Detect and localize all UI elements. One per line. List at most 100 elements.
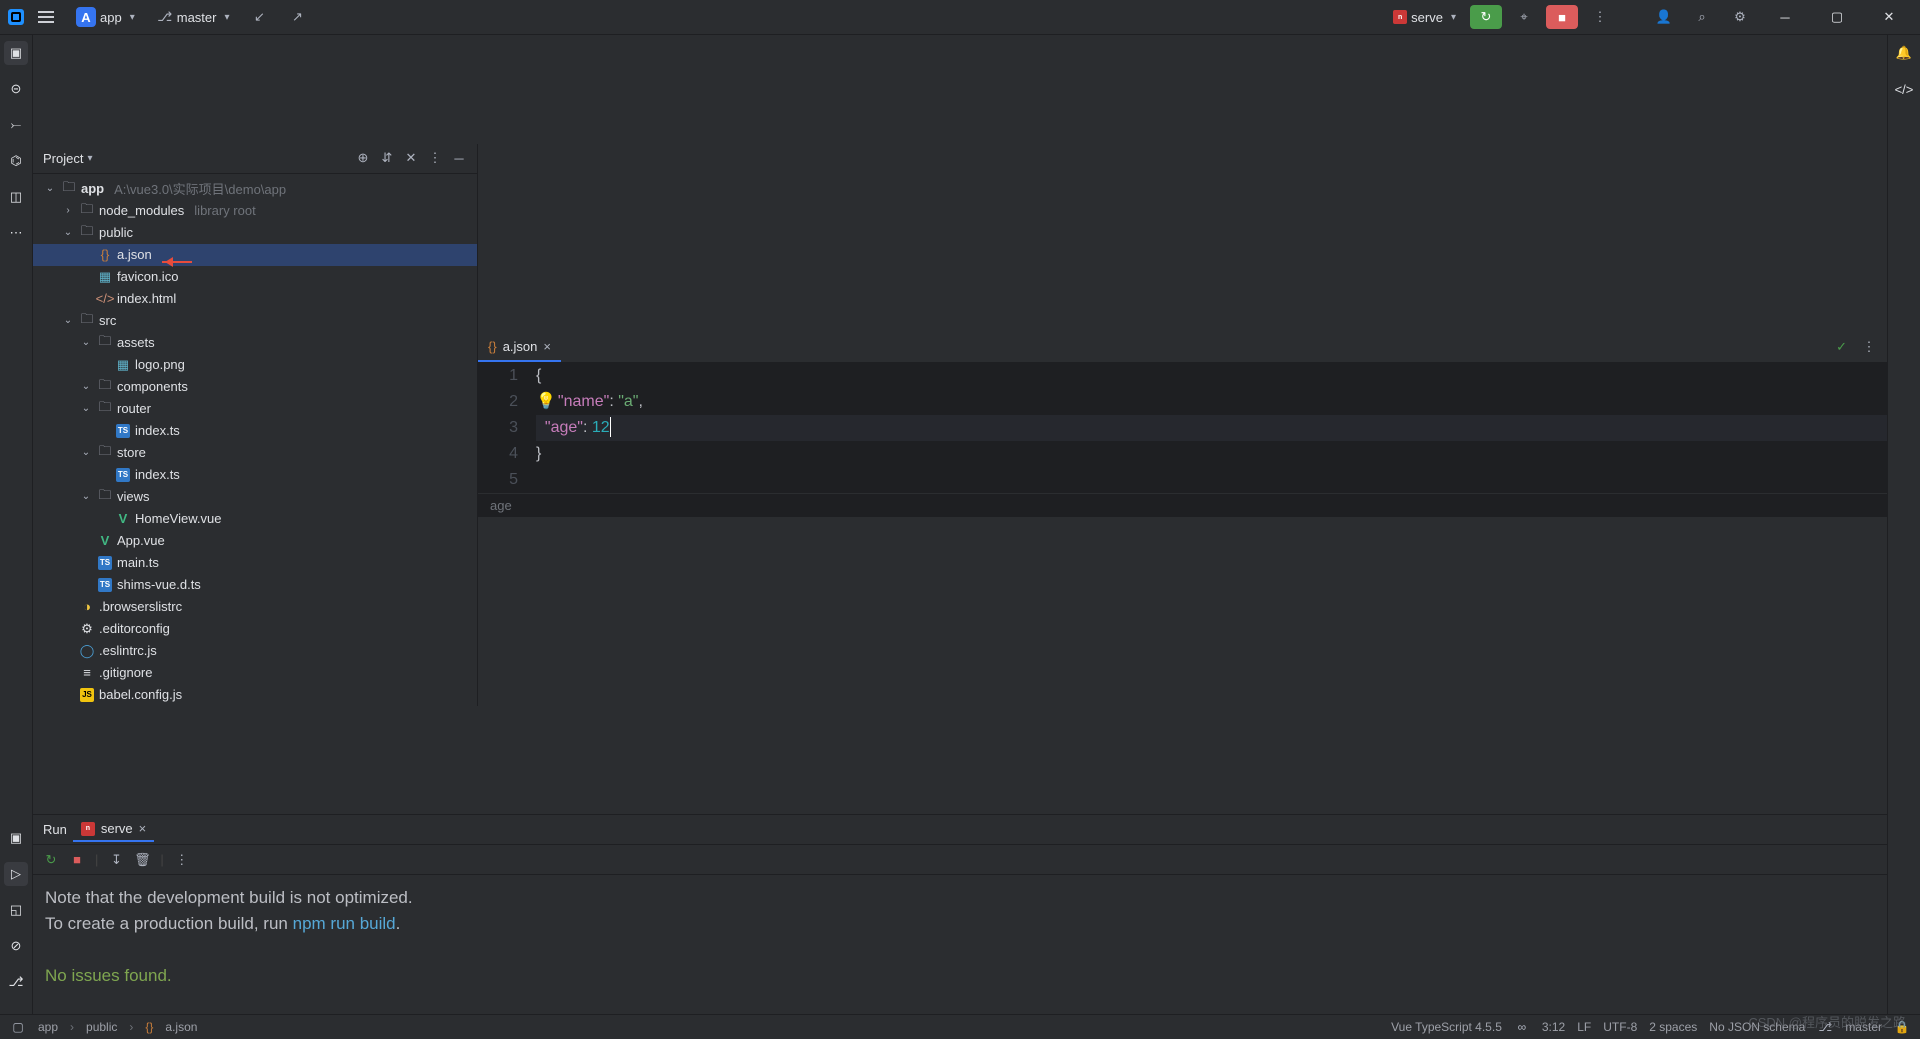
commit-tool-button[interactable]: ⊝ bbox=[4, 77, 28, 101]
tree-item[interactable]: › 🗀 node_moduleslibrary root bbox=[33, 200, 477, 222]
scroll-to-end-button[interactable]: ↧ bbox=[108, 852, 124, 868]
settings-button[interactable]: ⚙ bbox=[1724, 5, 1756, 29]
maximize-button[interactable]: ▢ bbox=[1814, 0, 1860, 35]
tree-item[interactable]: V App.vue bbox=[33, 530, 477, 552]
stop-button[interactable]: ■ bbox=[1546, 5, 1578, 29]
tree-item[interactable]: ⌄ 🗀 router bbox=[33, 398, 477, 420]
close-tab-button[interactable]: × bbox=[543, 339, 551, 354]
search-button[interactable]: ⌕ bbox=[1686, 5, 1718, 29]
more-actions-button[interactable]: ⋮ bbox=[1584, 5, 1616, 29]
terminal-tool-button[interactable]: ▣ bbox=[4, 826, 28, 850]
tree-item[interactable]: </> index.html bbox=[33, 288, 477, 310]
tree-item[interactable]: JS babel.config.js bbox=[33, 684, 477, 706]
tree-item[interactable]: ▦ logo.png bbox=[33, 354, 477, 376]
folder-icon: 🗀 bbox=[97, 489, 113, 505]
status-position[interactable]: 3:12 bbox=[1542, 1020, 1565, 1034]
tree-item[interactable]: ◑ .browserslistrc bbox=[33, 596, 477, 618]
pull-requests-button[interactable]: ⤚ bbox=[4, 113, 28, 137]
minimize-button[interactable]: ─ bbox=[1762, 0, 1808, 35]
folder-icon: 🗀 bbox=[97, 401, 113, 417]
tree-item-label: .editorconfig bbox=[99, 621, 170, 636]
breadcrumb-item[interactable]: public bbox=[86, 1020, 117, 1034]
build-tool-button[interactable]: ◱ bbox=[4, 898, 28, 922]
branch-selector[interactable]: ⎇ master ▾ bbox=[149, 5, 238, 29]
status-bar: ▢ app › public › {} a.json Vue TypeScrip… bbox=[0, 1014, 1920, 1039]
tree-item[interactable]: {} a.json bbox=[33, 244, 477, 266]
structure-tool-button[interactable]: ⌬ bbox=[4, 149, 28, 173]
bell-icon: 🔔 bbox=[1896, 45, 1912, 61]
stop-run-button[interactable]: ■ bbox=[69, 852, 85, 868]
console-menu-button[interactable]: ⋮ bbox=[174, 852, 190, 868]
rerun-button[interactable]: ↻ bbox=[43, 852, 59, 868]
html-file-icon: </> bbox=[97, 291, 113, 307]
main-menu-button[interactable] bbox=[30, 7, 62, 27]
arrow-out-icon: ↗ bbox=[290, 9, 306, 25]
tree-item[interactable]: ⌄ 🗀 store bbox=[33, 442, 477, 464]
status-encoding[interactable]: UTF-8 bbox=[1603, 1020, 1637, 1034]
tree-item[interactable]: ⌄ 🗀 components bbox=[33, 376, 477, 398]
ai-assistant-button[interactable]: </> bbox=[1892, 77, 1916, 101]
project-tool-button[interactable]: ▣ bbox=[4, 41, 28, 65]
tree-item[interactable]: TS shims-vue.d.ts bbox=[33, 574, 477, 596]
collapse-in-button[interactable]: ↙ bbox=[244, 5, 276, 29]
vcs-tool-button[interactable]: ⎇ bbox=[4, 970, 28, 994]
collapse-out-button[interactable]: ↗ bbox=[282, 5, 314, 29]
editor-tab[interactable]: {} a.json × bbox=[478, 333, 561, 362]
tree-item[interactable]: ≡ .gitignore bbox=[33, 662, 477, 684]
tree-item[interactable]: TS index.ts bbox=[33, 464, 477, 486]
editor-breadcrumb[interactable]: age bbox=[478, 493, 1887, 517]
right-tool-rail: 🔔 </> bbox=[1887, 35, 1920, 1014]
run-config-selector[interactable]: n serve ▾ bbox=[1385, 6, 1464, 29]
project-tree[interactable]: ⌄ 🗀 app A:\vue3.0\实际项目\demo\app › 🗀 node… bbox=[33, 174, 477, 706]
status-lang[interactable]: Vue TypeScript 4.5.5 bbox=[1391, 1020, 1502, 1034]
tree-item[interactable]: ◯ .eslintrc.js bbox=[33, 640, 477, 662]
collapse-all-icon[interactable]: ✕ bbox=[403, 150, 419, 166]
tree-item[interactable]: TS index.ts bbox=[33, 420, 477, 442]
run-button[interactable]: ↻ bbox=[1470, 5, 1502, 29]
clear-console-button[interactable]: 🗑 bbox=[134, 852, 150, 868]
bookmarks-tool-button[interactable]: ◫ bbox=[4, 185, 28, 209]
close-icon: ✕ bbox=[1884, 9, 1895, 25]
tree-item[interactable]: V HomeView.vue bbox=[33, 508, 477, 530]
intention-bulb-icon[interactable]: 💡 bbox=[536, 393, 556, 410]
tree-arrow-icon: ⌄ bbox=[79, 337, 93, 348]
hide-panel-icon[interactable]: ─ bbox=[451, 150, 467, 166]
branch-icon: ⎇ bbox=[157, 9, 173, 25]
folder-icon: 🗀 bbox=[61, 181, 77, 197]
inspection-ok-icon[interactable]: ✓ bbox=[1836, 339, 1847, 355]
tab-menu-icon[interactable]: ⋮ bbox=[1861, 339, 1877, 355]
project-selector[interactable]: A app ▾ bbox=[68, 3, 143, 31]
tree-item[interactable]: ⚙ .editorconfig bbox=[33, 618, 477, 640]
expand-all-icon[interactable]: ⇵ bbox=[379, 150, 395, 166]
inspection-icon[interactable]: ∞ bbox=[1514, 1019, 1530, 1035]
chevron-down-icon[interactable]: ▾ bbox=[87, 153, 92, 164]
debug-button[interactable]: ⌖ bbox=[1508, 5, 1540, 29]
tree-item[interactable]: TS main.ts bbox=[33, 552, 477, 574]
close-run-tab-button[interactable]: × bbox=[139, 821, 147, 836]
image-file-icon: ▦ bbox=[97, 269, 113, 285]
bookmark-icon: ◫ bbox=[10, 189, 22, 205]
run-tab[interactable]: n serve × bbox=[73, 817, 154, 842]
problems-tool-button[interactable]: ⊘ bbox=[4, 934, 28, 958]
tree-root[interactable]: ⌄ 🗀 app A:\vue3.0\实际项目\demo\app bbox=[33, 178, 477, 200]
code-editor[interactable]: 1 2 3 4 5 { 💡"name": "a", "age": 12 } bbox=[478, 363, 1887, 493]
breadcrumb-item[interactable]: app bbox=[38, 1020, 58, 1034]
tree-item[interactable]: ⌄ 🗀 public bbox=[33, 222, 477, 244]
notifications-button[interactable]: 🔔 bbox=[1892, 41, 1916, 65]
tree-arrow-icon: ⌄ bbox=[79, 491, 93, 502]
tree-item[interactable]: ⌄ 🗀 src bbox=[33, 310, 477, 332]
locate-icon[interactable]: ⊕ bbox=[355, 150, 371, 166]
tree-item[interactable]: ⌄ 🗀 views bbox=[33, 486, 477, 508]
run-tool-button[interactable]: ▷ bbox=[4, 862, 28, 886]
breadcrumb-item[interactable]: a.json bbox=[165, 1020, 197, 1034]
panel-menu-icon[interactable]: ⋮ bbox=[427, 150, 443, 166]
tree-item[interactable]: ⌄ 🗀 assets bbox=[33, 332, 477, 354]
status-eol[interactable]: LF bbox=[1577, 1020, 1591, 1034]
more-tools-button[interactable]: ⋯ bbox=[4, 221, 28, 245]
console-output[interactable]: Note that the development build is not o… bbox=[33, 875, 1887, 1014]
status-indent[interactable]: 2 spaces bbox=[1649, 1020, 1697, 1034]
tree-item[interactable]: ▦ favicon.ico bbox=[33, 266, 477, 288]
close-window-button[interactable]: ✕ bbox=[1866, 0, 1912, 35]
code-with-me-button[interactable]: 👤 bbox=[1648, 5, 1680, 29]
vue-file-icon: V bbox=[97, 533, 113, 549]
